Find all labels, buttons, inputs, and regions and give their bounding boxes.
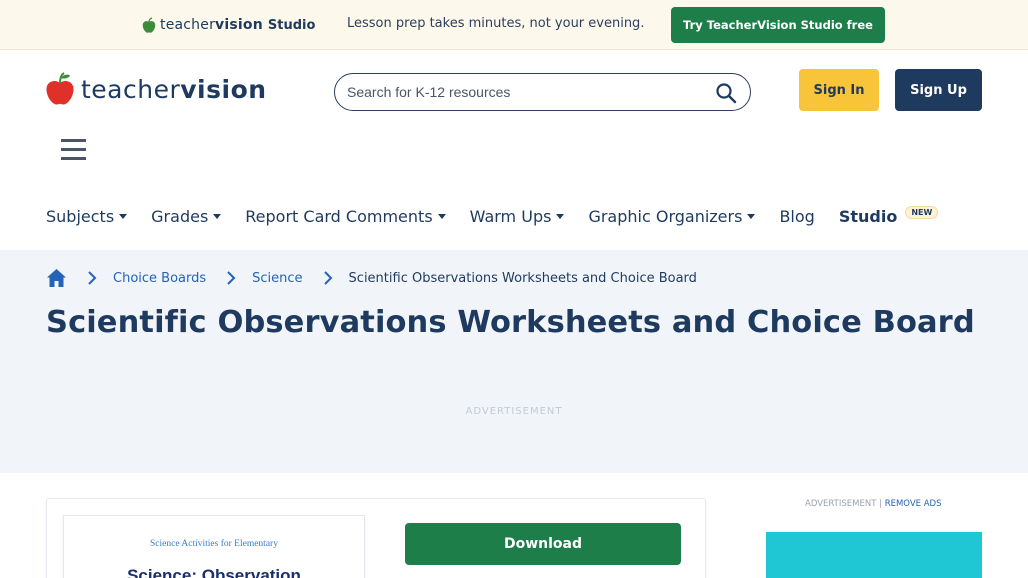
promo-bar: teachervision Studio Lesson prep takes m… xyxy=(0,0,1028,50)
nav-label: Subjects xyxy=(46,206,115,226)
menu-icon[interactable] xyxy=(61,139,86,161)
sidebar-ad-label: ADVERTISEMENT | REMOVE ADS xyxy=(805,499,941,509)
logo-bold: vision xyxy=(180,74,267,104)
remove-ads-link[interactable]: REMOVE ADS xyxy=(885,499,942,509)
nav-studio[interactable]: Studio NEW xyxy=(838,205,939,226)
search-box xyxy=(334,73,751,111)
caret-down-icon xyxy=(437,213,446,219)
home-icon[interactable] xyxy=(46,268,67,288)
logo-light: teacher xyxy=(81,74,181,104)
promo-logo-light: teacher xyxy=(160,17,216,33)
breadcrumb-current: Scientific Observations Worksheets and C… xyxy=(348,270,697,286)
nav-grades[interactable]: Grades xyxy=(151,206,222,226)
chevron-right-icon xyxy=(227,271,236,285)
breadcrumb-choice-boards[interactable]: Choice Boards xyxy=(113,271,206,286)
resource-thumbnail[interactable]: Science Activities for Elementary Scienc… xyxy=(63,515,365,578)
studio-logo[interactable]: teachervision Studio xyxy=(142,15,315,35)
caret-down-icon xyxy=(556,213,565,219)
search-icon[interactable] xyxy=(715,82,737,104)
download-button[interactable]: Download xyxy=(405,523,681,565)
nav-label: Graphic Organizers xyxy=(588,206,743,226)
main-nav: Subjects Grades Report Card Comments War… xyxy=(46,204,962,228)
nav-graphic-organizers[interactable]: Graphic Organizers xyxy=(588,206,756,226)
thumbnail-title: Science: Observation xyxy=(127,566,301,578)
breadcrumb-science[interactable]: Science xyxy=(252,271,302,286)
try-studio-button[interactable]: Try TeacherVision Studio free xyxy=(671,7,885,43)
new-badge: NEW xyxy=(905,205,939,219)
caret-down-icon xyxy=(213,213,222,219)
nav-label: Grades xyxy=(151,206,209,226)
chevron-right-icon xyxy=(323,271,332,285)
nav-label: Studio xyxy=(838,206,898,226)
sidebar-ad[interactable] xyxy=(766,532,982,578)
page-title: Scientific Observations Worksheets and C… xyxy=(46,305,975,340)
apple-logo-icon xyxy=(46,72,74,105)
sign-up-button[interactable]: Sign Up xyxy=(895,69,982,111)
site-logo[interactable]: teachervision xyxy=(46,72,267,106)
breadcrumb: Choice Boards Science Scientific Observa… xyxy=(46,265,697,291)
apple-logo-icon xyxy=(142,16,156,33)
nav-subjects[interactable]: Subjects xyxy=(46,206,128,226)
advertisement-label: ADVERTISEMENT xyxy=(465,406,563,417)
sign-in-button[interactable]: Sign In xyxy=(799,69,879,111)
nav-warm-ups[interactable]: Warm Ups xyxy=(470,207,565,226)
nav-report-card-comments[interactable]: Report Card Comments xyxy=(245,206,446,226)
promo-logo-studio: Studio xyxy=(267,17,316,33)
thumbnail-subtitle: Science Activities for Elementary xyxy=(150,539,278,549)
promo-logo-bold: vision xyxy=(215,17,263,33)
search-input[interactable] xyxy=(347,82,707,102)
caret-down-icon xyxy=(747,213,756,219)
promo-text: Lesson prep takes minutes, not your even… xyxy=(347,16,645,31)
chevron-right-icon xyxy=(88,271,97,285)
caret-down-icon xyxy=(119,213,128,219)
sidebar-ad-text: ADVERTISEMENT | xyxy=(805,499,882,509)
nav-label: Blog xyxy=(779,206,815,226)
nav-blog[interactable]: Blog xyxy=(779,207,814,226)
nav-label: Warm Ups xyxy=(469,206,552,226)
nav-label: Report Card Comments xyxy=(245,206,433,226)
